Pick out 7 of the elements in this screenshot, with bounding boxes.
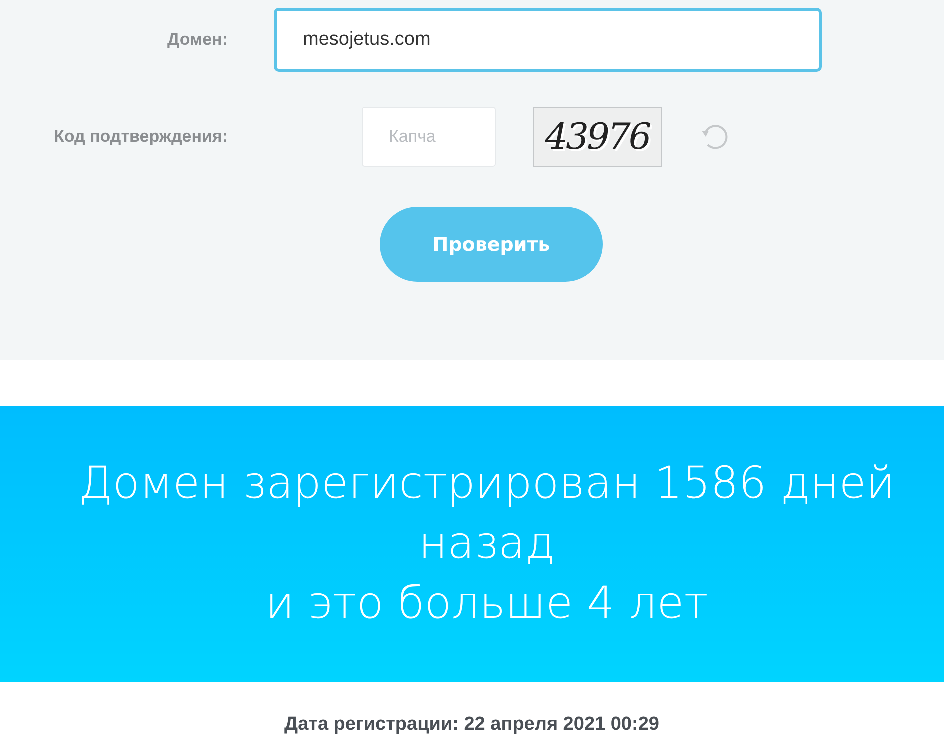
captcha-image: 43976 bbox=[533, 107, 662, 167]
field-label: Домен: bbox=[166, 30, 228, 50]
domain-field[interactable]: mesojetus.com bbox=[274, 8, 822, 72]
result-text: и это больше 4 лет bbox=[266, 577, 708, 631]
field-label: Код подтверждения: bbox=[52, 127, 228, 147]
captcha-field[interactable]: Капча bbox=[362, 107, 496, 167]
registration-date: Дата регистрации: 22 апреля 2021 00:29 bbox=[284, 714, 660, 736]
